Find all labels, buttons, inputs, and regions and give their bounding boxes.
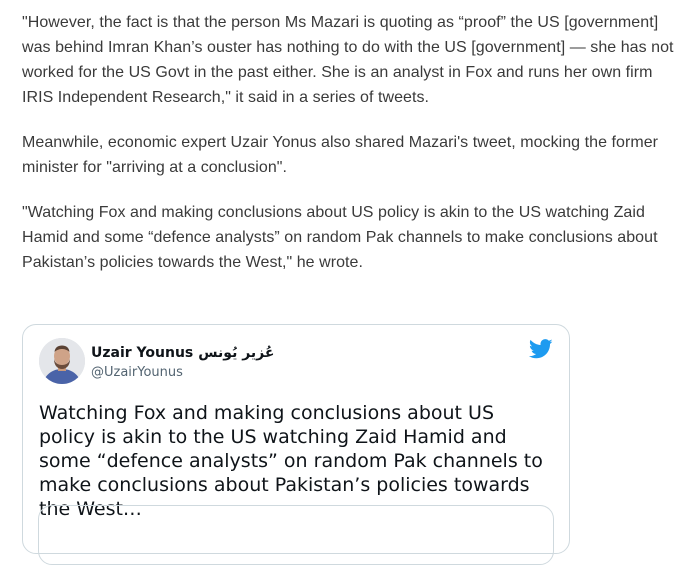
twitter-bird-icon[interactable] — [528, 339, 553, 359]
author-avatar[interactable] — [39, 338, 85, 384]
article-paragraph: Meanwhile, economic expert Uzair Yonus a… — [22, 134, 659, 176]
tweet-author[interactable]: Uzair Younus عُزیر یُونس @UzairYounus — [91, 343, 274, 380]
article-body: "However, the fact is that the person Ms… — [22, 10, 677, 295]
tweet-text: Watching Fox and making conclusions abou… — [39, 402, 543, 520]
embedded-tweet[interactable]: Uzair Younus عُزیر یُونس @UzairYounus Wa… — [22, 324, 570, 565]
article-paragraph: "Watching Fox and making conclusions abo… — [22, 204, 658, 271]
author-name-arabic[interactable]: عُزیر یُونس — [198, 345, 274, 361]
author-name[interactable]: Uzair Younus — [91, 345, 193, 361]
article-paragraph: "However, the fact is that the person Ms… — [22, 14, 674, 106]
quoted-content-box[interactable] — [38, 505, 554, 565]
author-handle[interactable]: @UzairYounus — [91, 365, 274, 380]
